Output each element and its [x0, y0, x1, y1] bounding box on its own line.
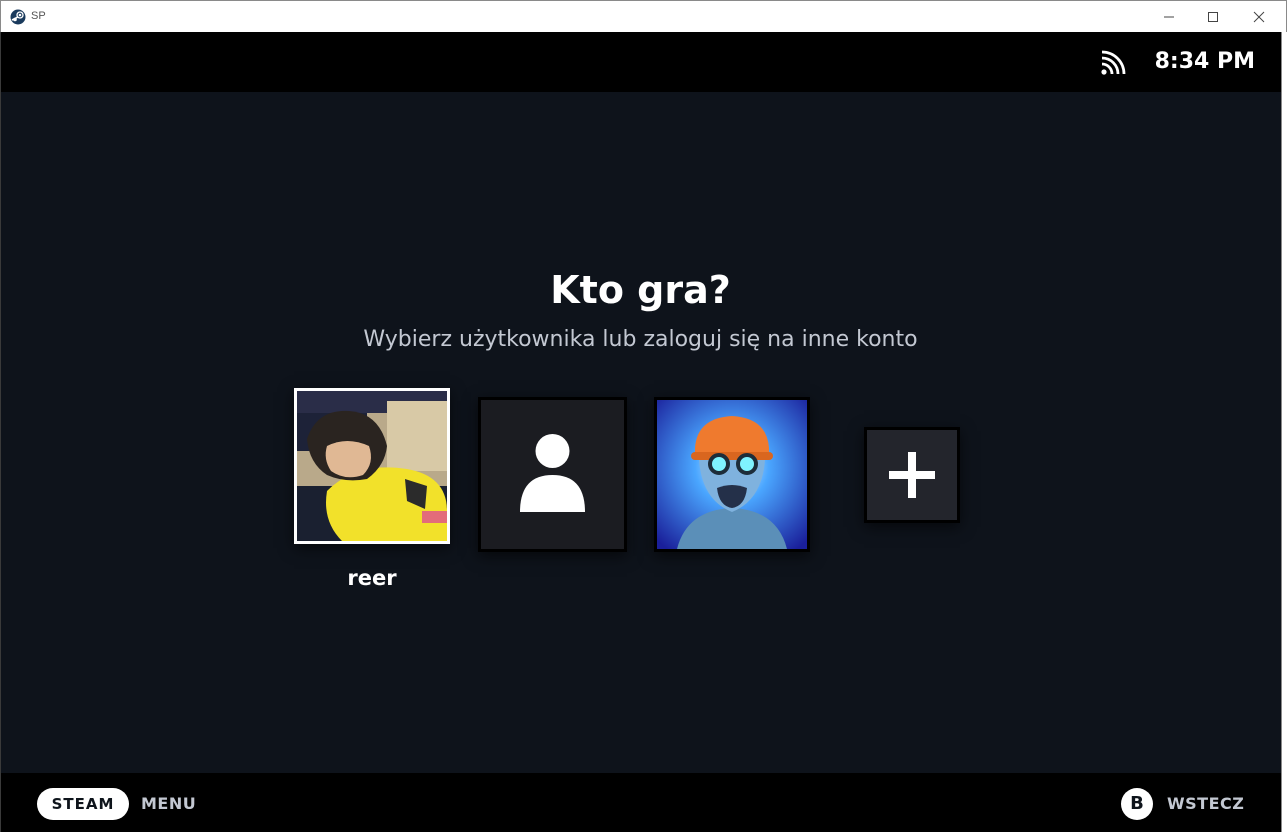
close-icon	[1253, 11, 1265, 23]
game-character-portrait	[657, 400, 807, 549]
page-subtitle: Wybierz użytkownika lub zaloguj się na i…	[363, 327, 918, 352]
clock: 8:34 PM	[1154, 49, 1255, 74]
menu-label: MENU	[141, 794, 197, 813]
account-name[interactable]: reer	[294, 563, 450, 593]
page-title: Kto gra?	[550, 268, 731, 312]
wifi-icon[interactable]	[1100, 50, 1126, 76]
close-button[interactable]	[1236, 1, 1282, 33]
status-bar: 8:34 PM	[1, 32, 1281, 92]
add-account-button[interactable]	[864, 427, 960, 523]
account-avatar-reer[interactable]	[294, 388, 450, 544]
steam-button[interactable]: STEAM	[37, 788, 129, 820]
back-label[interactable]: WSTECZ	[1167, 788, 1244, 820]
account-avatar-character[interactable]	[654, 397, 810, 552]
footer-bar: STEAM MENU B WSTECZ	[1, 773, 1281, 832]
default-user-icon	[520, 434, 585, 512]
maximize-button[interactable]	[1190, 1, 1236, 33]
window-frame-left	[0, 32, 1, 832]
window-frame-right	[1281, 32, 1287, 832]
b-button-icon[interactable]: B	[1121, 788, 1153, 820]
plus-icon	[889, 452, 935, 498]
minimize-icon	[1164, 16, 1174, 18]
window-titlebar: SP	[0, 0, 1287, 32]
account-avatar-default[interactable]	[478, 397, 627, 552]
maximize-icon	[1208, 12, 1218, 22]
steam-logo-icon	[10, 9, 26, 25]
window-title: SP	[31, 10, 46, 22]
minimize-button[interactable]	[1146, 1, 1192, 33]
user-photo	[297, 391, 447, 541]
